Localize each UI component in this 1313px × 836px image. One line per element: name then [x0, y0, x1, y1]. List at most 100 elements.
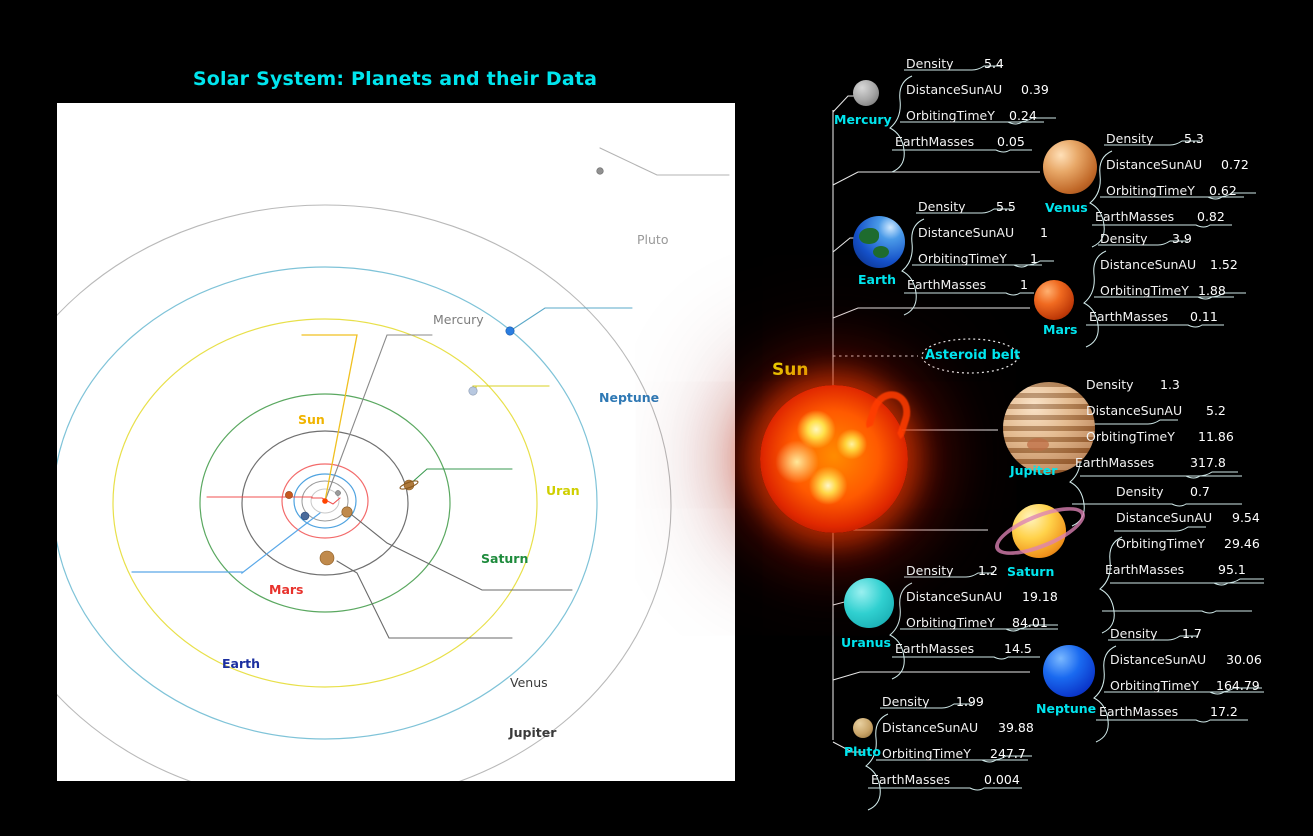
attr-val-saturn-earthmasses: 95.1	[1218, 562, 1246, 577]
attr-val-saturn-density: 0.7	[1190, 484, 1210, 499]
page-title: Solar System: Planets and their Data	[192, 68, 598, 90]
attr-val-venus-distance: 0.72	[1221, 157, 1249, 172]
attr-underline-jupiter-1	[1080, 471, 1238, 477]
attr-key-mars-distance: DistanceSunAU	[1100, 257, 1197, 272]
attr-val-earth-distance: 1	[1040, 225, 1048, 240]
attr-val-mercury-earthmasses: 0.05	[997, 134, 1025, 149]
leader-line-pluto	[599, 147, 730, 176]
orbit-label-saturn: Saturn	[481, 551, 529, 566]
orbit-dot-venus	[341, 506, 353, 518]
attr-underline-jupiter-3	[1072, 503, 1242, 507]
planet-data-mindmap: Sun Asteroid belt Mercury Density 5.4 Di…	[740, 0, 1313, 836]
attr-underline-venus-3	[1092, 224, 1232, 228]
attr-key-venus-distance: DistanceSunAU	[1106, 157, 1203, 172]
attr-key-saturn-earthmasses: EarthMasses	[1105, 562, 1185, 577]
attr-key-jupiter-earthmasses: EarthMasses	[1075, 455, 1155, 470]
attr-underline-jupiter-0	[1084, 419, 1178, 425]
attr-val-jupiter-density: 1.3	[1160, 377, 1180, 392]
attr-val-neptune-earthmasses: 17.2	[1210, 704, 1238, 719]
attr-key-saturn-orbitingtime: OrbitingTimeY	[1116, 536, 1205, 551]
attr-key-uranus-earthmasses: EarthMasses	[895, 641, 975, 656]
attr-val-jupiter-distance: 5.2	[1206, 403, 1226, 418]
earth-landmass-icon-2	[873, 246, 889, 258]
attr-key-venus-earthmasses: EarthMasses	[1095, 209, 1175, 224]
attr-underline-neptune-3	[1096, 719, 1248, 723]
attr-key-mars-density: Density	[1100, 231, 1148, 246]
attr-key-mercury-earthmasses: EarthMasses	[895, 134, 975, 149]
attr-val-neptune-density: 1.7	[1182, 626, 1202, 641]
attr-key-neptune-orbitingtime: OrbitingTimeY	[1110, 678, 1199, 693]
leader-line-uranus	[472, 385, 550, 395]
attr-val-uranus-orbitingtime: 84.01	[1012, 615, 1048, 630]
attr-key-jupiter-orbitingtime: OrbitingTimeY	[1086, 429, 1175, 444]
planet-icon-pluto	[853, 718, 873, 738]
planet-label-jupiter: Jupiter	[1010, 463, 1058, 478]
planet-icon-venus	[1043, 140, 1097, 194]
orbit-path-neptune	[57, 266, 598, 740]
planet-label-neptune: Neptune	[1036, 701, 1097, 716]
attr-val-uranus-distance: 19.18	[1022, 589, 1058, 604]
attr-key-neptune-earthmasses: EarthMasses	[1099, 704, 1179, 719]
planet-icon-mars	[1034, 280, 1074, 320]
sun-image	[760, 385, 917, 533]
attr-key-pluto-orbitingtime: OrbitingTimeY	[882, 746, 971, 761]
planet-label-mercury: Mercury	[834, 112, 892, 127]
attr-key-saturn-distance: DistanceSunAU	[1116, 510, 1213, 525]
branch-mercury	[832, 95, 856, 113]
planet-label-saturn: Saturn	[1007, 564, 1055, 579]
attr-underline-earth-3	[904, 292, 1034, 296]
attr-val-venus-earthmasses: 0.82	[1197, 209, 1225, 224]
attr-val-earth-orbitingtime: 1	[1030, 251, 1038, 266]
planet-label-uranus: Uranus	[841, 635, 891, 650]
attr-key-mars-earthmasses: EarthMasses	[1089, 309, 1169, 324]
orbit-dot-jupiter	[319, 550, 335, 566]
leader-line-venus	[346, 510, 573, 591]
orbit-label-jupiter: Jupiter	[509, 725, 557, 740]
planet-icon-saturn	[989, 492, 1091, 568]
attr-key-mars-orbitingtime: OrbitingTimeY	[1100, 283, 1189, 298]
attr-key-uranus-orbitingtime: OrbitingTimeY	[906, 615, 995, 630]
attr-val-mars-orbitingtime: 1.88	[1198, 283, 1226, 298]
planet-label-pluto: Pluto	[844, 744, 881, 759]
orbit-label-neptune: Neptune	[599, 390, 660, 405]
leader-line-jupiter	[336, 560, 513, 639]
planet-label-venus: Venus	[1045, 200, 1088, 215]
planet-icon-earth	[853, 216, 905, 268]
attr-val-uranus-earthmasses: 14.5	[1004, 641, 1032, 656]
orbit-dot-mars	[285, 491, 293, 499]
attr-val-mercury-density: 5.4	[984, 56, 1004, 71]
orbit-label-mercury: Mercury	[433, 312, 484, 327]
attr-key-uranus-density: Density	[906, 563, 954, 578]
branch-mars	[832, 307, 1030, 319]
attr-underline-uranus-3	[892, 656, 1040, 660]
leader-line-saturn	[408, 468, 513, 486]
leader-line-mars	[206, 496, 341, 505]
attr-underline-saturn-3	[1102, 610, 1252, 614]
planet-label-earth: Earth	[858, 272, 897, 287]
orbit-diagram-panel: Pluto Mercury Neptune Sun Uran Saturn Mars Eart…	[57, 103, 735, 781]
attr-underline-pluto-3	[868, 787, 1022, 791]
orbit-dot-mercury	[335, 490, 341, 496]
leader-line-neptune	[509, 307, 633, 332]
attr-val-earth-density: 5.5	[996, 199, 1016, 214]
attr-val-neptune-distance: 30.06	[1226, 652, 1262, 667]
attr-key-earth-earthmasses: EarthMasses	[907, 277, 987, 292]
attr-val-venus-density: 5.3	[1184, 131, 1204, 146]
attr-val-uranus-density: 1.2	[978, 563, 998, 578]
attr-val-pluto-orbitingtime: 247.7	[990, 746, 1026, 761]
attr-val-venus-orbitingtime: 0.62	[1209, 183, 1237, 198]
planet-icon-mercury	[853, 80, 879, 106]
attr-val-earth-earthmasses: 1	[1020, 277, 1028, 292]
asteroid-belt-label: Asteroid belt	[925, 348, 1021, 363]
attr-val-pluto-distance: 39.88	[998, 720, 1034, 735]
orbit-label-sun: Sun	[298, 412, 325, 427]
attr-key-earth-density: Density	[918, 199, 966, 214]
attr-key-pluto-earthmasses: EarthMasses	[871, 772, 951, 787]
orbit-label-pluto: Pluto	[637, 232, 669, 247]
attr-key-mercury-orbitingtime: OrbitingTimeY	[906, 108, 995, 123]
attr-key-neptune-distance: DistanceSunAU	[1110, 652, 1207, 667]
attr-underline-mars-3	[1086, 324, 1224, 328]
attr-underline-saturn-0	[1114, 526, 1206, 532]
attr-val-saturn-distance: 9.54	[1232, 510, 1260, 525]
attr-val-saturn-orbitingtime: 29.46	[1224, 536, 1260, 551]
